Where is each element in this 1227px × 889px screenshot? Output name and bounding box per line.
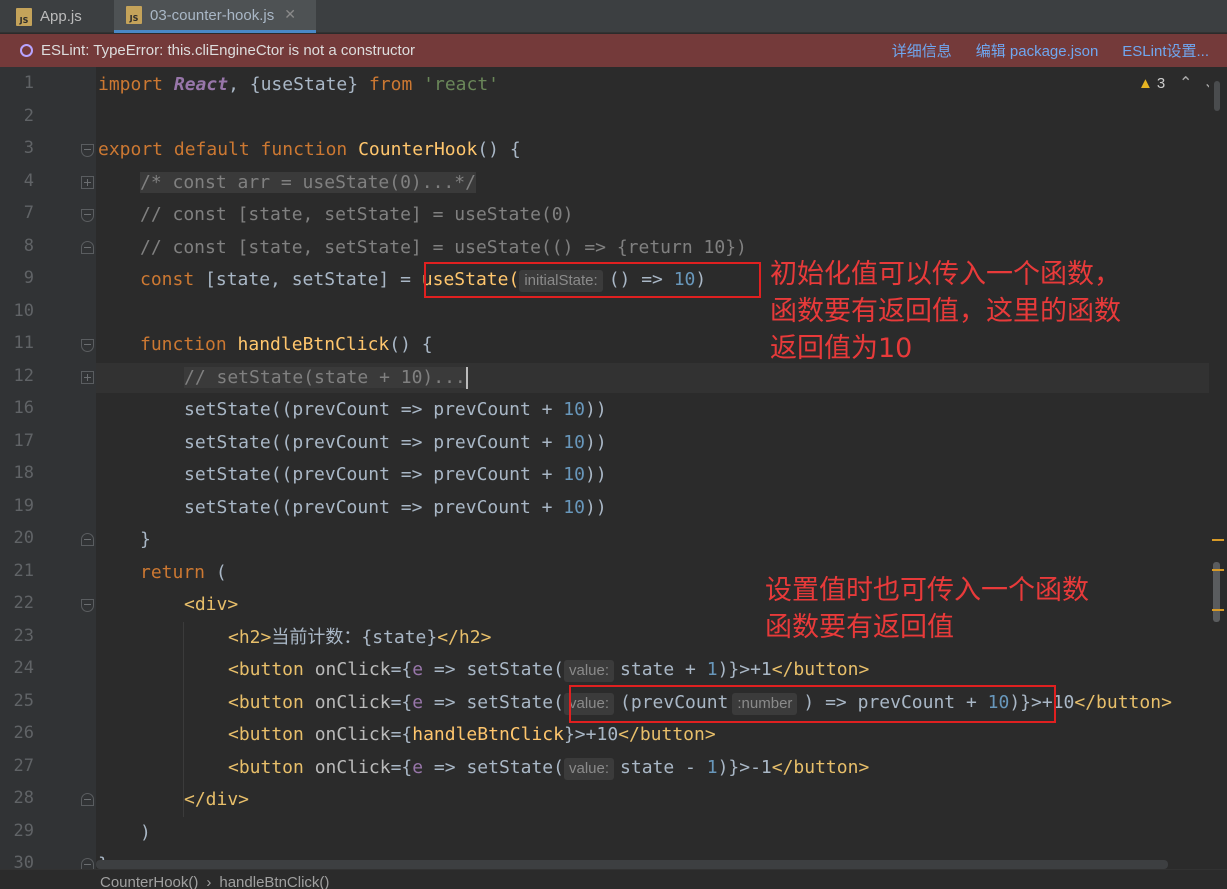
breadcrumb-item[interactable]: CounterHook() — [100, 874, 198, 889]
vertical-scrollbar[interactable] — [1209, 67, 1227, 869]
annotation-set-state: 设置值时也可传入一个函数 函数要有返回值 — [765, 575, 1089, 643]
line-number: 8 — [23, 236, 34, 256]
code-line-22: <div> — [184, 594, 239, 615]
details-link[interactable]: 详细信息 — [892, 40, 952, 61]
code-line-28: </div> — [184, 789, 250, 810]
line-number: 19 — [13, 496, 34, 516]
code-line-4: /* const arr = useState(0)...*/ — [140, 172, 476, 193]
breadcrumb-item[interactable]: handleBtnClick() — [219, 874, 329, 889]
line-number: 1 — [23, 73, 34, 93]
expand-fold-icon[interactable] — [81, 371, 94, 384]
code-editor[interactable]: import React, {useState} from 'react' ex… — [96, 67, 1209, 860]
warning-icon: ▲ — [1138, 75, 1153, 92]
code-line-8: // const [state, setState] = useState(()… — [140, 237, 747, 258]
edit-package-json-link[interactable]: 编辑 package.json — [976, 40, 1099, 61]
code-line-24: <button onClick={e => setState(value: sta… — [228, 659, 870, 682]
fold-end-icon[interactable] — [81, 241, 94, 254]
horizontal-scrollbar[interactable] — [96, 860, 1168, 869]
code-line-29: ) — [140, 822, 151, 843]
js-file-icon: JS — [16, 7, 32, 26]
js-file-icon: JS — [126, 6, 142, 24]
error-stripe-mark[interactable] — [1212, 539, 1224, 541]
tab-app-js[interactable]: JS App.js — [0, 0, 113, 33]
line-number: 25 — [13, 691, 34, 711]
line-number: 29 — [13, 821, 34, 841]
eslint-message: ESLint: TypeError: this.cliEngineCtor is… — [41, 42, 416, 59]
code-line-20: } — [140, 529, 151, 550]
line-number: 12 — [13, 366, 34, 386]
line-number: 28 — [13, 788, 34, 808]
parameter-hint: value: — [563, 758, 615, 780]
line-number: 23 — [13, 626, 34, 646]
code-line-7: // const [state, setState] = useState(0) — [140, 204, 574, 225]
fold-icon[interactable] — [81, 339, 94, 352]
highlight-box-setstate-fn — [569, 685, 1056, 723]
eslint-icon — [20, 44, 33, 57]
tab-label: App.js — [40, 8, 82, 25]
editor-tab-bar: JS App.js JS 03-counter-hook.js ✕ — [0, 0, 1227, 33]
code-line-3: export default function CounterHook() { — [98, 139, 521, 160]
code-line-27: <button onClick={e => setState(value: sta… — [228, 757, 870, 780]
code-line-18: setState((prevCount => prevCount + 10)) — [184, 464, 607, 485]
warning-count: 3 — [1156, 75, 1166, 92]
code-line-23: <h2>当前计数：{state}</h2> — [228, 627, 492, 648]
highlight-box-usestate — [424, 262, 761, 298]
code-line-11: function handleBtnClick() { — [140, 334, 433, 355]
line-number: 16 — [13, 398, 34, 418]
close-tab-icon[interactable]: ✕ — [284, 7, 296, 23]
line-number: 17 — [13, 431, 34, 451]
text-cursor — [465, 367, 468, 389]
line-number: 3 — [23, 138, 34, 158]
previous-highlight-icon[interactable]: ⌃ — [1179, 73, 1192, 92]
annotation-initial-state: 初始化值可以传入一个函数， 函数要有返回值，这里的函数 返回值为10 — [770, 259, 1121, 364]
line-number: 4 — [23, 171, 34, 191]
line-number: 11 — [13, 333, 34, 353]
fold-icon[interactable] — [81, 209, 94, 222]
code-line-30: } — [98, 850, 109, 860]
fold-end-icon[interactable] — [81, 793, 94, 806]
eslint-settings-link[interactable]: ESLint设置... — [1122, 40, 1209, 61]
code-line-1: import React, {useState} from 'react' — [98, 74, 500, 95]
error-stripe-mark[interactable] — [1212, 569, 1224, 571]
code-line-19: setState((prevCount => prevCount + 10)) — [184, 497, 607, 518]
fold-icon[interactable] — [81, 144, 94, 157]
line-number: 7 — [23, 203, 34, 223]
line-number: 18 — [13, 463, 34, 483]
code-line-21: return ( — [140, 562, 227, 583]
line-number: 27 — [13, 756, 34, 776]
code-line-12: // setState(state + 10)... — [184, 367, 468, 389]
code-line-26: <button onClick={handleBtnClick}>+10</bu… — [228, 724, 716, 745]
fold-icon[interactable] — [81, 599, 94, 612]
error-stripe-mark[interactable] — [1212, 609, 1224, 611]
breadcrumb: CounterHook() › handleBtnClick() — [0, 869, 1227, 889]
line-number: 20 — [13, 528, 34, 548]
eslint-error-banner: ESLint: TypeError: this.cliEngineCtor is… — [0, 34, 1227, 67]
code-line-16: setState((prevCount => prevCount + 10)) — [184, 399, 607, 420]
line-number: 10 — [13, 301, 34, 321]
inspection-widget[interactable]: ▲ 3 — [1138, 75, 1165, 92]
expand-fold-icon[interactable] — [81, 176, 94, 189]
line-number: 22 — [13, 593, 34, 613]
line-number: 21 — [13, 561, 34, 581]
line-number: 9 — [23, 268, 34, 288]
parameter-hint: value: — [563, 660, 615, 682]
line-number: 24 — [13, 658, 34, 678]
line-number: 2 — [23, 106, 34, 126]
code-line-17: setState((prevCount => prevCount + 10)) — [184, 432, 607, 453]
fold-end-icon[interactable] — [81, 533, 94, 546]
tab-label: 03-counter-hook.js — [150, 6, 275, 24]
tab-counter-hook[interactable]: JS 03-counter-hook.js ✕ — [114, 0, 316, 33]
line-number: 26 — [13, 723, 34, 743]
